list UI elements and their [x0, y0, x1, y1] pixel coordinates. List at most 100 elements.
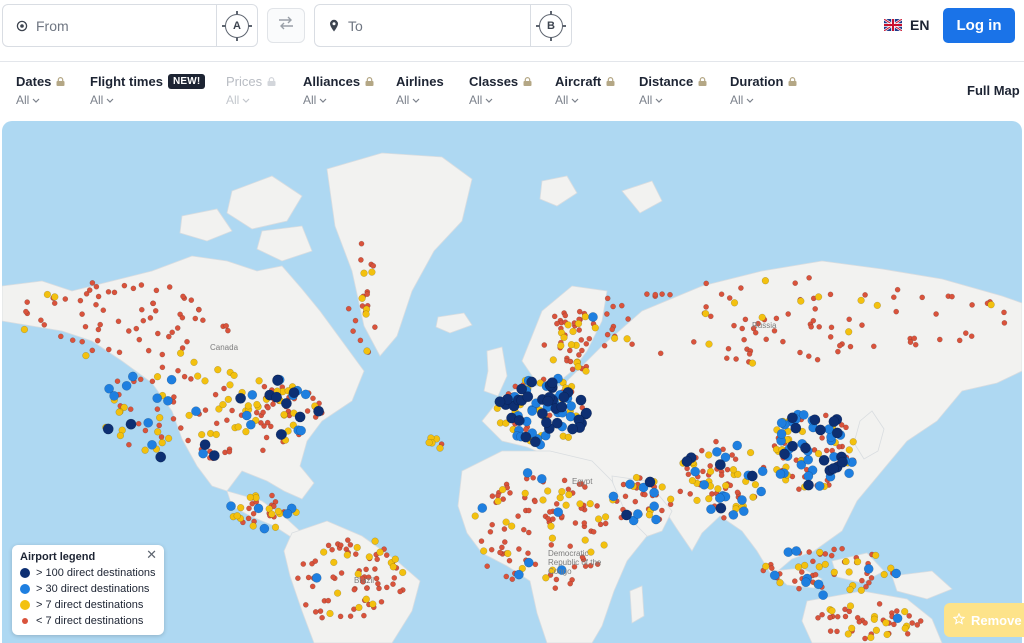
airport-marker[interactable] — [700, 468, 706, 475]
airport-marker[interactable] — [529, 436, 541, 448]
airport-marker[interactable] — [819, 611, 825, 618]
airport-marker[interactable] — [311, 573, 322, 583]
airport-marker[interactable] — [812, 571, 819, 578]
airport-marker[interactable] — [701, 309, 710, 318]
airport-marker[interactable] — [846, 316, 853, 323]
airport-marker[interactable] — [156, 422, 163, 429]
airport-marker[interactable] — [987, 301, 995, 309]
airport-marker[interactable] — [304, 408, 311, 414]
airport-marker[interactable] — [57, 333, 64, 340]
airport-marker[interactable] — [845, 446, 853, 454]
airport-marker[interactable] — [497, 549, 503, 556]
airport-marker[interactable] — [742, 316, 749, 323]
airport-marker[interactable] — [703, 280, 710, 287]
airport-marker[interactable] — [152, 393, 163, 404]
airport-marker[interactable] — [147, 315, 154, 321]
airport-marker[interactable] — [757, 466, 768, 477]
airport-marker[interactable] — [188, 297, 195, 303]
airport-marker[interactable] — [213, 420, 220, 427]
airport-marker[interactable] — [560, 333, 568, 342]
airport-marker[interactable] — [166, 374, 177, 385]
airport-marker[interactable] — [746, 470, 758, 482]
airport-marker[interactable] — [436, 444, 444, 452]
airport-marker[interactable] — [82, 351, 90, 360]
airport-marker[interactable] — [594, 503, 600, 509]
airport-marker[interactable] — [558, 391, 570, 403]
airport-marker[interactable] — [880, 570, 888, 579]
airport-marker[interactable] — [295, 575, 301, 582]
airport-marker[interactable] — [93, 301, 99, 308]
airport-marker[interactable] — [141, 446, 149, 454]
airport-marker[interactable] — [350, 328, 356, 334]
airport-marker[interactable] — [699, 479, 710, 490]
airport-marker[interactable] — [546, 509, 553, 515]
airport-marker[interactable] — [275, 429, 287, 440]
airport-marker[interactable] — [552, 585, 559, 591]
airport-marker[interactable] — [553, 501, 560, 507]
airport-marker[interactable] — [188, 376, 194, 382]
filter-classes[interactable]: Classes All — [469, 74, 532, 107]
airport-marker[interactable] — [372, 324, 378, 330]
airport-marker[interactable] — [489, 493, 496, 499]
airport-marker[interactable] — [145, 347, 152, 354]
airport-marker[interactable] — [319, 614, 325, 621]
airport-marker[interactable] — [280, 410, 288, 419]
airport-marker[interactable] — [797, 297, 805, 305]
airport-marker[interactable] — [834, 613, 841, 620]
airport-marker[interactable] — [494, 396, 506, 408]
airport-marker[interactable] — [779, 448, 790, 460]
airport-marker[interactable] — [372, 566, 378, 572]
airport-marker[interactable] — [814, 293, 823, 301]
airport-marker[interactable] — [652, 291, 659, 298]
airport-marker[interactable] — [97, 321, 104, 328]
airport-marker[interactable] — [632, 473, 641, 482]
airport-marker[interactable] — [317, 608, 324, 614]
airport-marker[interactable] — [425, 438, 433, 447]
airport-marker[interactable] — [130, 285, 137, 292]
airport-marker[interactable] — [149, 378, 156, 385]
airport-marker[interactable] — [397, 588, 403, 595]
airport-marker[interactable] — [569, 327, 577, 336]
airport-marker[interactable] — [513, 415, 525, 426]
airport-marker[interactable] — [253, 400, 261, 409]
to-input[interactable]: To — [348, 18, 530, 34]
airport-marker[interactable] — [185, 411, 193, 420]
airport-marker[interactable] — [566, 401, 577, 411]
airport-marker[interactable] — [305, 574, 312, 581]
airport-marker[interactable] — [582, 367, 590, 375]
airport-marker[interactable] — [369, 600, 377, 608]
airport-marker[interactable] — [547, 522, 555, 530]
airport-marker[interactable] — [741, 336, 747, 343]
airport-marker[interactable] — [190, 358, 198, 366]
airport-marker[interactable] — [1001, 309, 1007, 316]
airport-marker[interactable] — [509, 576, 516, 583]
airport-marker[interactable] — [831, 427, 843, 439]
airport-marker[interactable] — [792, 280, 799, 286]
airport-marker[interactable] — [121, 380, 132, 391]
airport-marker[interactable] — [208, 450, 220, 462]
airport-marker[interactable] — [846, 602, 855, 610]
airport-marker[interactable] — [590, 528, 597, 535]
airport-marker[interactable] — [358, 240, 365, 247]
airport-marker[interactable] — [862, 292, 868, 298]
airport-marker[interactable] — [246, 493, 254, 502]
airport-marker[interactable] — [337, 542, 344, 549]
airport-marker[interactable] — [729, 452, 736, 458]
airport-marker[interactable] — [312, 558, 319, 564]
remove-button[interactable]: Remove — [944, 603, 1024, 637]
airport-marker[interactable] — [237, 504, 245, 512]
airport-marker[interactable] — [561, 477, 568, 484]
airport-marker[interactable] — [768, 565, 775, 571]
airport-marker[interactable] — [200, 317, 206, 324]
airport-marker[interactable] — [706, 467, 715, 476]
airport-marker[interactable] — [806, 549, 813, 555]
airport-marker[interactable] — [576, 327, 583, 333]
airport-marker[interactable] — [154, 406, 161, 412]
airport-marker[interactable] — [501, 526, 508, 532]
airport-marker[interactable] — [180, 293, 186, 300]
airport-marker[interactable] — [539, 496, 547, 504]
airport-marker[interactable] — [540, 416, 552, 428]
airport-marker[interactable] — [581, 520, 588, 526]
airport-marker[interactable] — [550, 516, 556, 522]
airport-marker[interactable] — [657, 350, 664, 357]
